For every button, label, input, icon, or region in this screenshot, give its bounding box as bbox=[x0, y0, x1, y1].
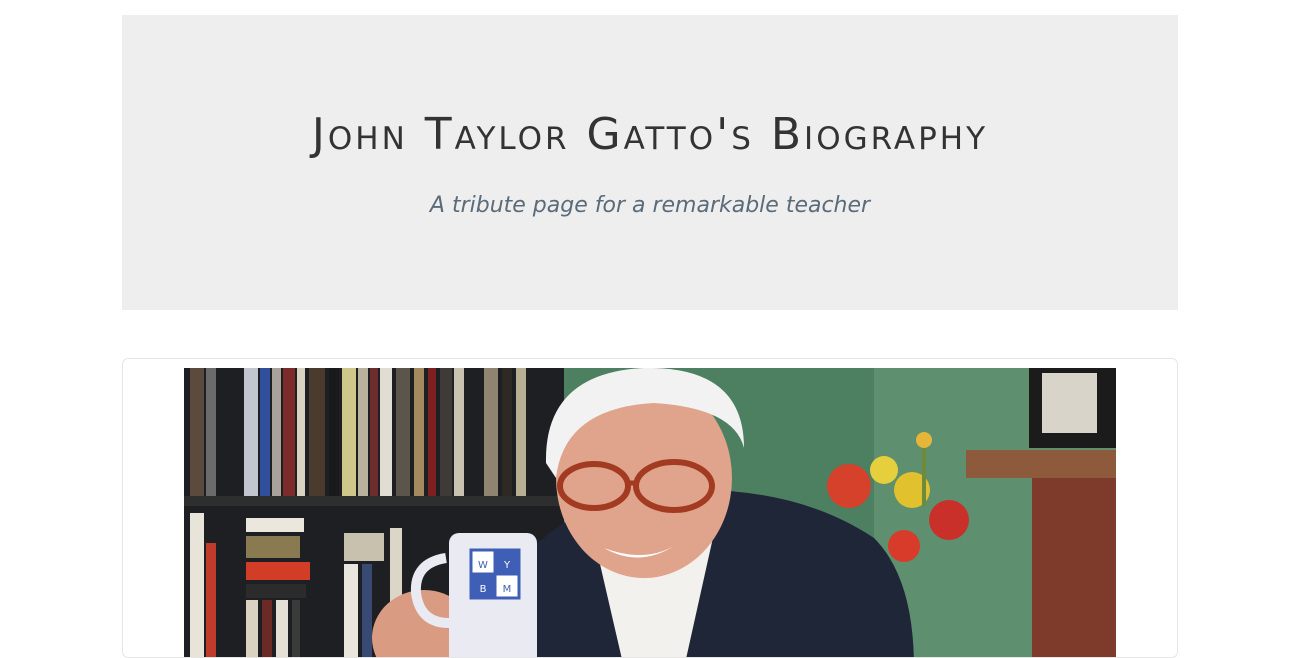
mug-letter-m: M bbox=[503, 584, 512, 595]
portrait-image: W Y B M bbox=[184, 368, 1116, 657]
mug-letter-b: B bbox=[480, 584, 487, 595]
image-card: W Y B M bbox=[122, 358, 1178, 658]
mug-letter-w: W bbox=[478, 560, 488, 571]
page-title: John Taylor Gatto's Biography bbox=[311, 109, 989, 160]
mug-letter-y: Y bbox=[503, 560, 511, 571]
portrait-illustration: W Y B M bbox=[184, 368, 1116, 657]
header-jumbotron: John Taylor Gatto's Biography A tribute … bbox=[122, 15, 1178, 310]
page-subtitle: A tribute page for a remarkable teacher bbox=[429, 193, 871, 218]
